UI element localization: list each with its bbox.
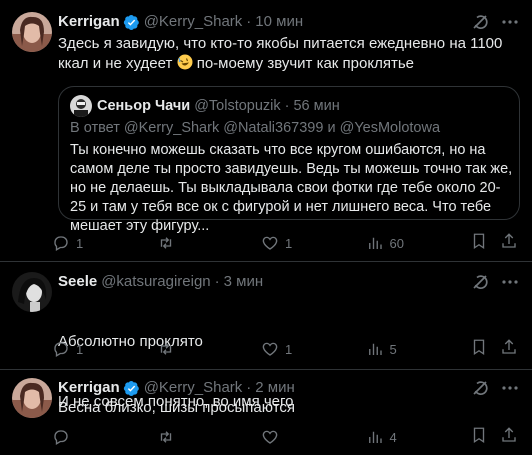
repost-icon: [160, 237, 171, 249]
bookmark-icon[interactable]: [470, 426, 488, 449]
reply-and: и: [327, 120, 336, 136]
like-count: 1: [285, 235, 293, 251]
post-3[interactable]: Kerrigan @Kerry_Shark · 2 мин Весна близ…: [0, 370, 532, 455]
views-count: 4: [389, 429, 397, 445]
post-actions: 1 1 60: [52, 232, 518, 255]
repost-button[interactable]: [157, 428, 262, 446]
reply-count: 1: [76, 341, 84, 357]
repost-icon: [160, 343, 171, 355]
heart-icon: [262, 236, 278, 250]
views-count: 5: [389, 341, 397, 357]
reply-icon: [54, 342, 68, 357]
bookmark-icon[interactable]: [470, 232, 488, 255]
separator-dot: ·: [246, 379, 252, 396]
bookmark-icon[interactable]: [470, 338, 488, 361]
reply-user-link[interactable]: @YesMolotowa: [340, 120, 440, 136]
quoted-post-time[interactable]: 56 мин: [293, 98, 339, 114]
views-button[interactable]: 4: [366, 428, 471, 446]
post-2[interactable]: Seele @katsuragireign · 3 мин Абсолютно …: [0, 262, 532, 410]
like-button[interactable]: [261, 428, 366, 446]
views-icon: [368, 431, 382, 443]
avatar[interactable]: [12, 12, 52, 52]
more-options-icon[interactable]: [500, 378, 520, 398]
reply-prefix: В ответ: [70, 120, 120, 136]
avatar[interactable]: [12, 272, 52, 312]
views-icon: [368, 343, 382, 355]
post-time[interactable]: 10 мин: [255, 12, 303, 32]
heart-icon: [262, 430, 278, 444]
author-name[interactable]: Kerrigan: [58, 378, 120, 398]
separator-dot: ·: [214, 273, 220, 290]
author-name[interactable]: Seele: [58, 272, 97, 292]
reply-button[interactable]: [52, 428, 157, 446]
repost-icon: [160, 431, 171, 443]
repost-button[interactable]: [157, 234, 262, 252]
reply-icon: [54, 430, 68, 445]
views-button[interactable]: 60: [366, 234, 471, 252]
separator-dot: ·: [246, 13, 252, 30]
reply-button[interactable]: 1: [52, 234, 157, 252]
quoted-post-text: Ты конечно можешь сказать что все кругом…: [70, 142, 513, 234]
post-actions: 4: [52, 426, 518, 449]
post-text-part2: по-моему звучит как проклятье: [192, 55, 414, 72]
reply-user-link[interactable]: @Kerry_Shark: [124, 120, 219, 136]
separator-dot: ·: [284, 98, 290, 114]
share-icon[interactable]: [500, 338, 518, 361]
share-icon[interactable]: [500, 426, 518, 449]
post-1[interactable]: Kerrigan @Kerry_Shark · 10 мин Здесь я з…: [0, 0, 532, 262]
post-actions: 1 1 5: [52, 338, 518, 361]
author-handle[interactable]: @Kerry_Shark: [144, 12, 243, 32]
quoted-author-name[interactable]: Сеньор Чачи: [97, 98, 190, 114]
post-time[interactable]: 2 мин: [255, 378, 295, 398]
like-button[interactable]: 1: [261, 340, 366, 358]
quoted-avatar[interactable]: [70, 95, 92, 117]
grok-icon[interactable]: [470, 12, 490, 32]
author-handle[interactable]: @Kerry_Shark: [144, 378, 243, 398]
share-icon[interactable]: [500, 232, 518, 255]
more-options-icon[interactable]: [500, 272, 520, 292]
reply-user-link[interactable]: @Natali367399: [223, 120, 323, 136]
grok-icon[interactable]: [470, 378, 490, 398]
verified-badge-icon: [123, 380, 140, 397]
avatar[interactable]: [12, 378, 52, 418]
more-options-icon[interactable]: [500, 12, 520, 32]
reply-count: 1: [76, 235, 84, 251]
grok-icon[interactable]: [470, 272, 490, 292]
author-name[interactable]: Kerrigan: [58, 12, 120, 32]
heart-icon: [262, 342, 278, 356]
like-count: 1: [285, 341, 293, 357]
post-time[interactable]: 3 мин: [224, 272, 264, 292]
repost-button[interactable]: [157, 340, 262, 358]
reply-icon: [54, 236, 68, 251]
views-button[interactable]: 5: [366, 340, 471, 358]
post-text: Весна близко, шизы просыпаются: [58, 399, 296, 416]
rolling-on-floor-laughing-emoji-icon: [177, 54, 193, 70]
author-handle[interactable]: @katsuragireign: [101, 272, 210, 292]
post-text: Здесь я завидую, что кто-то якобы питает…: [58, 34, 518, 74]
like-button[interactable]: 1: [261, 234, 366, 252]
quoted-post[interactable]: Сеньор Чачи @Tolstopuzik · 56 мин В отве…: [58, 86, 520, 234]
quoted-author-handle[interactable]: @Tolstopuzik: [194, 98, 280, 114]
views-icon: [368, 237, 382, 249]
verified-badge-icon: [123, 14, 140, 31]
views-count: 60: [389, 235, 404, 251]
reply-context: В ответ @Kerry_Shark @Natali367399 и @Ye…: [70, 120, 440, 136]
reply-button[interactable]: 1: [52, 340, 157, 358]
